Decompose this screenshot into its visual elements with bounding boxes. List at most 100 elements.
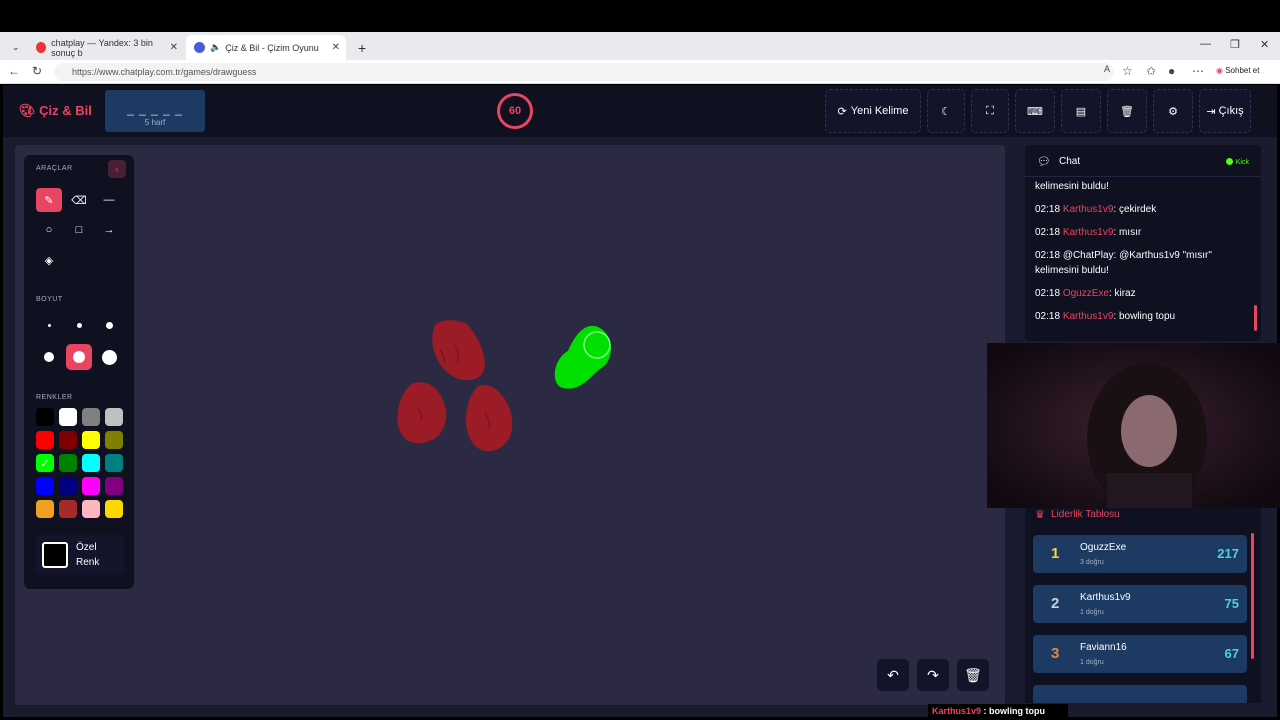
trash-icon: 🗑︎ xyxy=(964,666,982,683)
fill-tool-button[interactable]: ◈ xyxy=(36,248,62,272)
trash-button[interactable]: 🗑︎ xyxy=(1107,89,1147,133)
profile-avatar-icon[interactable]: ● xyxy=(1168,64,1175,78)
read-aloud-icon[interactable]: A xyxy=(1104,64,1110,74)
top-black-bar xyxy=(0,0,1280,32)
color-swatch[interactable] xyxy=(36,477,54,495)
drawing-canvas[interactable] xyxy=(15,145,1005,705)
speaker-icon[interactable]: 🔈 xyxy=(210,42,221,53)
color-swatch[interactable] xyxy=(82,500,100,518)
dark-mode-button[interactable]: ☾ xyxy=(927,89,965,133)
app-header: 🎨︎ Çiz & Bil _ _ _ _ _ 5 harf 60 ⟳ Yeni … xyxy=(3,85,1277,137)
tab-list-button[interactable]: ⌄ xyxy=(4,35,28,60)
color-swatch[interactable] xyxy=(59,454,77,472)
drawing-layer xyxy=(397,320,612,452)
leaderboard-panel: ♛ Liderlik Tablosu 1 OguzzExe 3 doğru 21… xyxy=(1025,503,1261,703)
color-swatch[interactable] xyxy=(82,408,100,426)
custom-color-button[interactable]: Özel Renk xyxy=(36,535,124,575)
copilot-button[interactable]: ◉ Sohbet et xyxy=(1216,66,1259,75)
rectangle-tool-button[interactable]: □ xyxy=(66,218,92,242)
minimize-icon[interactable]: — xyxy=(1200,38,1211,50)
size-section-label: BOYUT xyxy=(36,296,63,303)
refresh-icon[interactable]: ↻ xyxy=(32,64,42,78)
fullscreen-button[interactable]: ⛶ xyxy=(971,89,1009,133)
new-word-label: Yeni Kelime xyxy=(850,105,909,117)
color-swatch[interactable] xyxy=(105,431,123,449)
browser-tab-bar: ⌄ chatplay — Yandex: 3 bin sonuç b ✕ 🔈 Ç… xyxy=(0,32,1280,60)
chat-header: 💬︎ Chat Kick xyxy=(1025,145,1261,177)
size-5-button[interactable] xyxy=(66,344,92,370)
message-user: Karthus1v9 xyxy=(1062,311,1114,322)
size-3-button[interactable] xyxy=(96,312,122,338)
tab-title: chatplay — Yandex: 3 bin sonuç b xyxy=(51,37,153,58)
line-icon: — xyxy=(103,194,115,206)
tab-yandex[interactable]: chatplay — Yandex: 3 bin sonuç b ✕ xyxy=(28,35,184,60)
new-word-button[interactable]: ⟳ Yeni Kelime xyxy=(825,89,921,133)
size-dot xyxy=(76,322,82,328)
redo-button[interactable]: ↷ xyxy=(917,659,949,691)
chat-scrollbar[interactable] xyxy=(1254,305,1257,331)
rank: 3 xyxy=(1051,645,1060,662)
leaderboard-row: 1 OguzzExe 3 doğru 217 xyxy=(1033,535,1247,573)
line-tool-button[interactable]: — xyxy=(96,188,122,212)
circle-tool-button[interactable]: ○ xyxy=(36,218,62,242)
color-swatch[interactable] xyxy=(36,431,54,449)
close-tab-icon[interactable]: ✕ xyxy=(332,42,340,53)
message-time: 02:18 xyxy=(1035,288,1061,299)
player-name: OguzzExe xyxy=(1080,542,1127,553)
chat-message: kelimesini buldu! xyxy=(1035,179,1249,194)
archive-button[interactable]: ▤ xyxy=(1061,89,1101,133)
color-swatch[interactable] xyxy=(105,454,123,472)
correct-count: 1 doğru xyxy=(1080,609,1104,616)
leaderboard-scrollbar[interactable] xyxy=(1251,533,1254,659)
exit-button[interactable]: ⇥ Çıkış xyxy=(1199,89,1251,133)
message-text: : kiraz xyxy=(1108,288,1136,299)
color-swatch[interactable] xyxy=(82,454,100,472)
pen-icon: ✎ xyxy=(44,194,54,207)
size-dot xyxy=(73,351,85,363)
word-hint: 5 harf xyxy=(144,118,166,127)
color-swatch[interactable] xyxy=(82,477,100,495)
more-menu-icon[interactable]: ⋯ xyxy=(1192,64,1204,78)
color-swatch[interactable] xyxy=(36,408,54,426)
size-4-button[interactable] xyxy=(36,344,62,370)
message-user: Karthus1v9 xyxy=(1062,227,1114,238)
color-swatch[interactable] xyxy=(59,477,77,495)
crown-icon: ♛ xyxy=(1035,509,1045,521)
color-swatch[interactable] xyxy=(82,431,100,449)
url-input[interactable]: https://www.chatplay.com.tr/games/drawgu… xyxy=(54,63,1114,81)
close-tab-icon[interactable]: ✕ xyxy=(170,42,178,53)
correct-count: 3 doğru xyxy=(1080,559,1104,566)
back-icon[interactable]: ← xyxy=(8,64,20,78)
overlay-user: Karthus1v9 xyxy=(932,706,982,716)
color-swatch[interactable] xyxy=(59,431,77,449)
color-swatch[interactable] xyxy=(105,477,123,495)
color-swatch[interactable] xyxy=(36,500,54,518)
favorite-star-icon[interactable]: ☆ xyxy=(1122,64,1133,78)
size-2-button[interactable] xyxy=(66,312,92,338)
size-1-button[interactable] xyxy=(36,312,62,338)
message-user: OguzzExe xyxy=(1062,288,1109,299)
keyboard-button[interactable]: ⌨ xyxy=(1015,89,1055,133)
tab-ciz-bil[interactable]: 🔈 Çiz & Bil - Çizim Oyunu ✕ xyxy=(186,35,346,60)
arrow-tool-button[interactable]: → xyxy=(96,218,122,242)
favorites-icon[interactable]: ✩ xyxy=(1146,64,1156,78)
new-tab-button[interactable]: + xyxy=(350,35,370,60)
color-swatch[interactable] xyxy=(105,408,123,426)
color-swatch[interactable]: ✓ xyxy=(36,454,54,472)
settings-button[interactable]: ⚙ xyxy=(1153,89,1193,133)
timer: 60 xyxy=(497,93,533,129)
collapse-panel-button[interactable]: ‹ xyxy=(108,160,126,178)
undo-button[interactable]: ↶ xyxy=(877,659,909,691)
color-swatch[interactable] xyxy=(105,500,123,518)
clear-canvas-button[interactable]: 🗑︎ xyxy=(957,659,989,691)
close-window-icon[interactable]: ✕ xyxy=(1260,38,1269,51)
platform-badge: Kick xyxy=(1225,158,1249,166)
size-6-button[interactable] xyxy=(96,344,122,370)
platform-label: Kick xyxy=(1235,159,1249,166)
pen-tool-button[interactable]: ✎ xyxy=(36,188,62,212)
color-swatch[interactable] xyxy=(59,408,77,426)
maximize-icon[interactable]: ❐ xyxy=(1230,38,1240,51)
color-swatch[interactable] xyxy=(59,500,77,518)
sign-out-icon: ⇥ xyxy=(1206,105,1216,118)
eraser-tool-button[interactable]: ⌫ xyxy=(66,188,92,212)
